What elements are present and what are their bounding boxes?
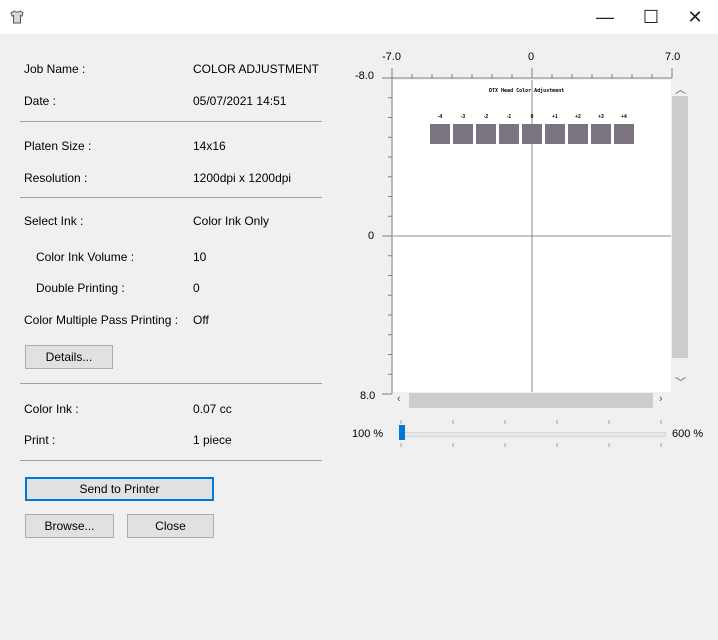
scroll-up-icon[interactable]: ︿	[675, 81, 686, 97]
close-window-button[interactable]: ✕	[672, 0, 718, 34]
swatch-label: -2	[483, 114, 489, 120]
platen-size-label: Platen Size :	[24, 139, 92, 153]
resolution-label: Resolution :	[24, 171, 88, 185]
double-printing-value: 0	[193, 281, 200, 295]
date-value: 05/07/2021 14:51	[193, 94, 287, 108]
y-mid-label: 0	[368, 230, 375, 242]
double-printing-label: Double Printing :	[36, 281, 125, 295]
swatch-label: +3	[598, 114, 604, 120]
color-swatch	[614, 124, 634, 144]
job-name-label: Job Name :	[24, 62, 86, 76]
y-min-label: -8.0	[355, 70, 374, 82]
maximize-button[interactable]: ☐	[628, 0, 674, 34]
swatch-label: -3	[460, 114, 466, 120]
swatch-label: -1	[506, 114, 512, 120]
scroll-down-icon[interactable]: ﹀	[675, 374, 686, 390]
swatch-label: -4	[437, 114, 443, 120]
browse-button[interactable]: Browse...	[25, 514, 114, 538]
platen-size-value: 14x16	[193, 139, 226, 153]
vertical-scrollbar[interactable]: ︿ ﹀	[671, 80, 689, 392]
send-to-printer-button[interactable]: Send to Printer	[25, 477, 214, 501]
color-swatch	[453, 124, 473, 144]
scroll-right-icon[interactable]: ›	[659, 393, 663, 405]
swatch-label: +4	[621, 114, 627, 120]
close-button[interactable]: Close	[127, 514, 214, 538]
resolution-value: 1200dpi x 1200dpi	[193, 171, 292, 185]
color-swatch	[522, 124, 542, 144]
vertical-scroll-thumb[interactable]	[672, 96, 688, 358]
color-swatch	[499, 124, 519, 144]
print-label: Print :	[24, 433, 56, 447]
multi-pass-value: Off	[193, 313, 209, 327]
multi-pass-label: Color Multiple Pass Printing :	[24, 313, 179, 327]
color-ink-label: Color Ink :	[24, 402, 79, 416]
color-ink-volume-value: 10	[193, 250, 207, 264]
job-name-value: COLOR ADJUSTMENT	[193, 62, 320, 76]
details-button[interactable]: Details...	[25, 345, 113, 369]
horizontal-scroll-thumb[interactable]	[409, 393, 653, 408]
zoom-min-label: 100 %	[352, 428, 384, 440]
select-ink-label: Select Ink :	[24, 214, 84, 228]
y-max-label: 8.0	[360, 390, 376, 402]
separator	[20, 197, 322, 198]
pattern-title: DTX Head Color Adjustment	[489, 88, 565, 94]
print-value: 1 piece	[193, 433, 232, 447]
separator	[20, 460, 322, 461]
zoom-max-label: 600 %	[672, 428, 704, 440]
color-swatch	[591, 124, 611, 144]
color-swatch	[568, 124, 588, 144]
zoom-slider[interactable]	[399, 420, 666, 448]
select-ink-value: Color Ink Only	[193, 214, 270, 228]
minimize-button[interactable]: —	[582, 0, 628, 34]
date-label: Date :	[24, 94, 57, 108]
swatch-label: +1	[552, 114, 558, 120]
color-swatch	[476, 124, 496, 144]
horizontal-scrollbar[interactable]: ‹ ›	[393, 392, 671, 409]
swatch-label: 0	[530, 114, 534, 120]
color-swatch	[545, 124, 565, 144]
color-swatch	[430, 124, 450, 144]
swatch-label: +2	[575, 114, 581, 120]
scroll-left-icon[interactable]: ‹	[397, 393, 401, 405]
color-ink-value: 0.07 cc	[193, 402, 232, 416]
color-ink-volume-label: Color Ink Volume :	[36, 250, 135, 264]
title-bar: — ☐ ✕	[0, 0, 718, 34]
separator	[20, 121, 322, 122]
preview-canvas[interactable]: DTX Head Color Adjustment -4 -3 -2 -1 0 +1 +2 +…	[393, 80, 671, 392]
separator	[20, 383, 322, 384]
tshirt-icon	[10, 10, 24, 24]
